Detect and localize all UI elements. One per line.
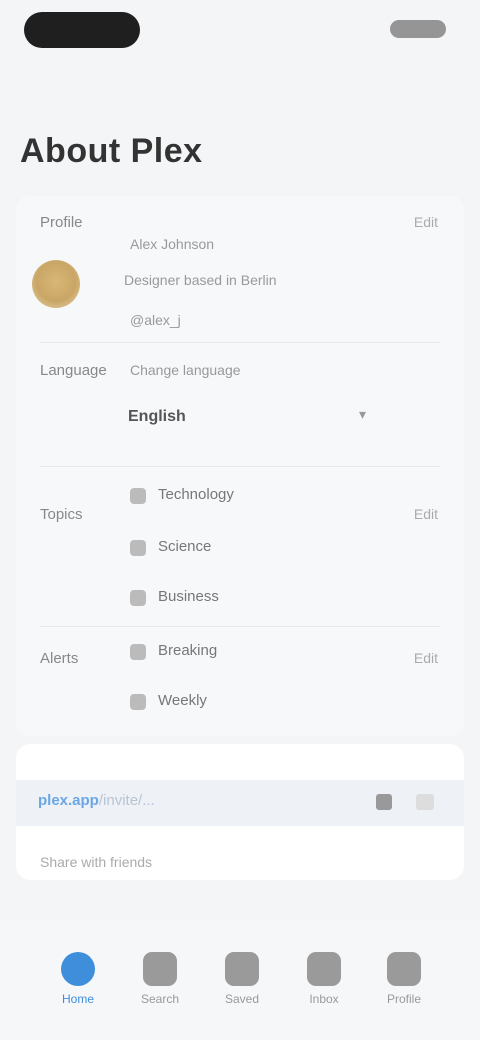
divider <box>40 466 440 467</box>
bookmark-icon <box>225 952 259 986</box>
status-bar <box>0 0 480 64</box>
search-icon <box>143 952 177 986</box>
alerts-edit-link[interactable]: Edit <box>414 650 438 666</box>
profile-bio: Designer based in Berlin <box>124 272 277 288</box>
tab-bar: Home Search Saved Inbox Profile <box>0 920 480 1040</box>
tab-profile[interactable]: Profile <box>364 944 444 1020</box>
language-label: Language <box>40 362 107 379</box>
share-icon[interactable] <box>416 794 434 810</box>
invite-card: plex.app/invite/... Share with friends <box>16 744 464 880</box>
dynamic-island <box>24 12 140 48</box>
alert-icon <box>130 694 146 710</box>
chevron-down-icon: ▾ <box>358 406 366 422</box>
person-icon <box>387 952 421 986</box>
tab-saved[interactable]: Saved <box>202 944 282 1020</box>
tab-inbox[interactable]: Inbox <box>284 944 364 1020</box>
alerts-label: Alerts <box>40 650 79 667</box>
language-change-link[interactable]: Change language <box>130 362 241 378</box>
tab-home[interactable]: Home <box>38 944 118 1020</box>
invite-link[interactable]: plex.app/invite/... <box>38 792 155 809</box>
language-selected: English <box>128 408 186 425</box>
home-icon <box>61 952 95 986</box>
profile-label: Profile <box>40 214 83 231</box>
profile-handle: @alex_j <box>130 312 181 328</box>
profile-name: Alex Johnson <box>130 236 215 252</box>
topic-icon <box>130 540 146 556</box>
avatar[interactable] <box>32 260 80 308</box>
divider <box>40 342 440 343</box>
alert-icon <box>130 644 146 660</box>
tab-search[interactable]: Search <box>120 944 200 1020</box>
page-title: About Plex <box>20 132 203 170</box>
topic-icon <box>130 590 146 606</box>
invite-hint: Share with friends <box>40 854 153 870</box>
copy-icon[interactable] <box>376 794 392 810</box>
profile-edit-link[interactable]: Edit <box>414 214 438 230</box>
inbox-icon <box>307 952 341 986</box>
divider <box>40 626 440 627</box>
topics-label: Topics <box>40 506 83 523</box>
topic-icon <box>130 488 146 504</box>
battery-signal-icon <box>390 20 446 38</box>
topics-edit-link[interactable]: Edit <box>414 506 438 522</box>
language-dropdown[interactable]: English ▾ <box>124 400 374 436</box>
